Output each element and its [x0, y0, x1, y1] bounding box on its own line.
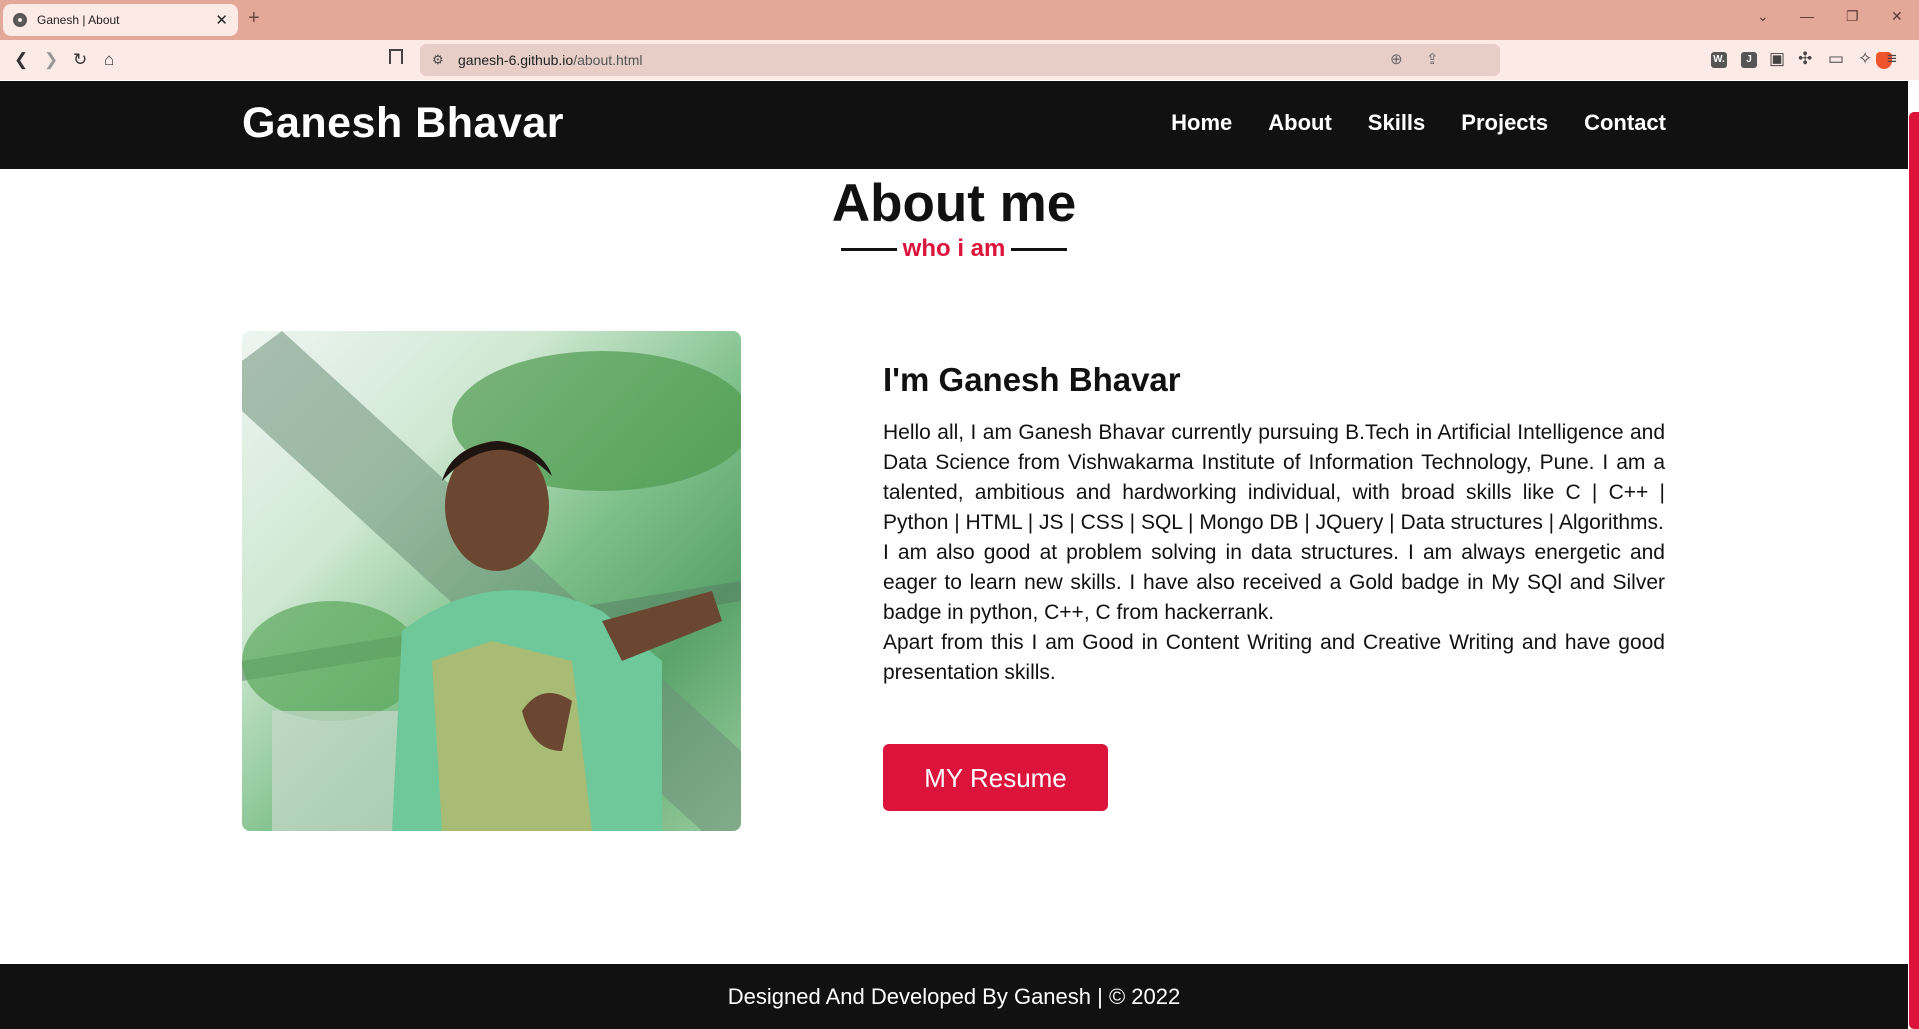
nav-link-about[interactable]: About [1268, 110, 1332, 136]
window-close-icon[interactable]: ✕ [1891, 8, 1903, 25]
about-description: Hello all, I am Ganesh Bhavar currently … [883, 418, 1665, 688]
nav-link-skills[interactable]: Skills [1368, 110, 1425, 136]
nav-link-home[interactable]: Home [1171, 110, 1232, 136]
restore-icon[interactable]: ❐ [1846, 8, 1859, 25]
url-path: /about.html [573, 52, 643, 68]
leo-ai-icon[interactable]: ✧ [1858, 49, 1872, 69]
site-logo[interactable]: Ganesh Bhavar [242, 99, 564, 148]
extension-j-icon[interactable]: J [1741, 52, 1757, 68]
section-title: About me [831, 174, 1077, 233]
browser-toolbar: ❮ ❯ ↻ ⌂ ⚙ ganesh-6.github.io/about.html … [0, 40, 1919, 80]
section-subtitle-row: who i am [0, 235, 1908, 263]
tab-search-chevron-icon[interactable]: ⌄ [1757, 8, 1769, 25]
about-heading: I'm Ganesh Bhavar [883, 361, 1181, 398]
resume-button[interactable]: MY Resume [883, 744, 1108, 811]
subtitle-divider-left [840, 247, 897, 251]
site-navbar: Ganesh Bhavar Home About Skills Projects… [0, 81, 1908, 169]
zoom-icon[interactable]: ⊕ [1390, 44, 1403, 76]
reload-icon[interactable]: ↻ [73, 50, 87, 70]
url-host: ganesh-6.github.io [458, 52, 574, 68]
about-paragraph-3: Apart from this I am Good in Content Wri… [883, 631, 1665, 684]
new-tab-icon[interactable]: + [248, 7, 260, 30]
tab-title: Ganesh | About [37, 13, 120, 27]
section-subtitle: who i am [902, 235, 1006, 262]
share-icon[interactable]: ⇪ [1426, 44, 1439, 76]
globe-icon [13, 13, 27, 27]
menu-icon[interactable]: ≡ [1887, 49, 1897, 69]
close-tab-icon[interactable]: ✕ [215, 11, 228, 29]
site-footer: Designed And Developed By Ganesh | © 202… [0, 964, 1908, 1029]
minimize-icon[interactable]: — [1800, 8, 1814, 24]
nav-link-projects[interactable]: Projects [1461, 110, 1548, 136]
scrollbar-thumb[interactable] [1909, 112, 1919, 1029]
about-paragraph-2: I am also good at problem solving in dat… [883, 541, 1665, 624]
wallet-icon[interactable]: ▭ [1828, 49, 1844, 69]
extension-w-icon[interactable]: W. [1711, 52, 1727, 68]
page-viewport: Ganesh Bhavar Home About Skills Projects… [0, 81, 1908, 1029]
site-info-icon[interactable]: ⚙ [432, 44, 444, 76]
profile-photo [242, 331, 741, 831]
back-icon[interactable]: ❮ [14, 50, 28, 70]
site-menu: Home About Skills Projects Contact [1171, 110, 1666, 136]
nav-link-contact[interactable]: Contact [1584, 110, 1666, 136]
address-bar[interactable]: ⚙ ganesh-6.github.io/about.html ⊕ ⇪ [420, 44, 1892, 76]
browser-tab-strip: Ganesh | About ✕ + ⌄ — ❐ ✕ [0, 0, 1919, 40]
forward-icon[interactable]: ❯ [44, 50, 58, 70]
bookmark-icon[interactable] [389, 49, 403, 64]
extension-chat-icon[interactable]: ▣ [1769, 49, 1785, 69]
home-icon[interactable]: ⌂ [104, 50, 114, 70]
browser-tab[interactable]: Ganesh | About ✕ [3, 4, 238, 36]
about-paragraph-1: Hello all, I am Ganesh Bhavar currently … [883, 421, 1665, 534]
extensions-puzzle-icon[interactable]: ✣ [1798, 49, 1812, 69]
profile-photo-drawing [242, 331, 741, 831]
subtitle-divider-right [1011, 247, 1068, 251]
